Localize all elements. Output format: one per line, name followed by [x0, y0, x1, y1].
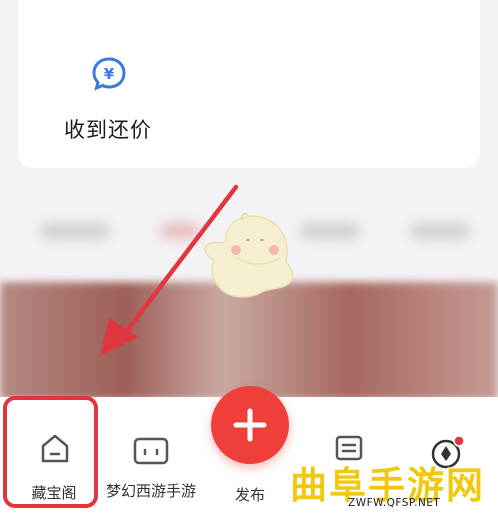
counter-offer-label: 收到还价: [64, 118, 152, 142]
tab-label-fantasy-westward-mobile: 梦幻西游手游: [105, 482, 196, 500]
site-watermark: 曲阜手游网 ZWFW.QFSP.NET: [290, 455, 498, 513]
tab-fantasy-westward-mobile[interactable]: 梦幻西游手游: [98, 400, 204, 510]
watermark-site-url: ZWFW.QFSP.NET: [348, 497, 441, 509]
publish-button[interactable]: [211, 386, 289, 464]
mascot-watermark-icon: [204, 212, 294, 298]
plus-icon: [233, 408, 267, 442]
game-icon: [133, 437, 169, 465]
yen-symbol: ¥: [104, 65, 115, 83]
counter-offer-card[interactable]: ¥ 收到还价: [18, 0, 480, 168]
notification-dot: [453, 435, 465, 447]
yen-chat-bubble-icon: ¥: [92, 57, 126, 91]
tab-label-publish[interactable]: 发布: [222, 484, 278, 505]
annotation-highlight-box: [3, 396, 98, 508]
